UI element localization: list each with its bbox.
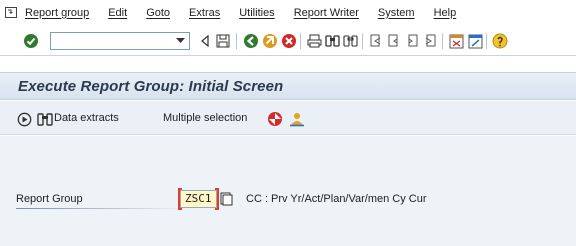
back-triangle-icon[interactable] xyxy=(196,32,214,50)
menu-edit[interactable]: Edit xyxy=(108,7,127,19)
help-icon[interactable] xyxy=(491,32,509,50)
find-icon[interactable] xyxy=(323,32,341,50)
previous-page-icon[interactable] xyxy=(385,32,403,50)
report-group-label: Report Group xyxy=(16,193,83,205)
data-extracts-icon[interactable] xyxy=(37,111,53,127)
multiple-selection-icon[interactable] xyxy=(267,111,283,127)
command-dropdown-icon[interactable] xyxy=(172,33,188,49)
user-icon[interactable] xyxy=(289,111,305,127)
print-icon[interactable] xyxy=(305,32,323,50)
shortcut-icon[interactable] xyxy=(466,32,484,50)
enter-icon[interactable] xyxy=(22,32,40,50)
toolbar-separator xyxy=(486,33,487,49)
menu-goto[interactable]: Goto xyxy=(146,7,170,19)
toolbar-separator xyxy=(362,33,363,49)
selection-screen: Report Group ZSC1 CC : Prv Yr/Act/Plan/V… xyxy=(0,136,576,246)
last-page-icon[interactable] xyxy=(421,32,439,50)
data-extracts-button[interactable]: Data extracts xyxy=(54,112,119,124)
execute-icon[interactable] xyxy=(16,111,32,127)
menu-extras[interactable]: Extras xyxy=(189,7,220,19)
standard-toolbar xyxy=(0,25,576,56)
toolbar-separator xyxy=(442,33,443,49)
back-icon[interactable] xyxy=(242,32,260,50)
system-menu-icon[interactable] xyxy=(4,7,18,19)
menu-system[interactable]: System xyxy=(378,7,415,19)
value-help-icon[interactable] xyxy=(219,191,233,207)
exit-icon[interactable] xyxy=(261,32,279,50)
focus-bracket-left xyxy=(178,188,182,210)
menu-bar: Report group Edit Goto Extras Utilities … xyxy=(0,0,576,25)
create-session-icon[interactable] xyxy=(447,32,465,50)
find-next-icon[interactable] xyxy=(341,32,359,50)
menu-report-writer[interactable]: Report Writer xyxy=(294,7,359,19)
save-icon[interactable] xyxy=(214,32,232,50)
report-group-value: ZSC1 xyxy=(185,192,212,205)
screen-title-bar: Execute Report Group: Initial Screen xyxy=(0,72,576,100)
report-group-description: CC : Prv Yr/Act/Plan/Var/men Cy Cur xyxy=(246,193,427,205)
first-page-icon[interactable] xyxy=(367,32,385,50)
report-group-input[interactable]: ZSC1 xyxy=(178,188,219,210)
page-title: Execute Report Group: Initial Screen xyxy=(18,78,284,95)
command-field[interactable] xyxy=(50,32,190,50)
menu-help[interactable]: Help xyxy=(434,7,457,19)
cancel-icon[interactable] xyxy=(280,32,298,50)
toolbar-separator xyxy=(300,33,301,49)
next-page-icon[interactable] xyxy=(403,32,421,50)
toolbar-separator xyxy=(236,33,237,49)
menu-utilities[interactable]: Utilities xyxy=(239,7,274,19)
label-underline xyxy=(16,208,176,209)
menu-report-group[interactable]: Report group xyxy=(25,7,89,19)
application-toolbar: Data extracts Multiple selection xyxy=(0,101,576,135)
multiple-selection-button[interactable]: Multiple selection xyxy=(163,112,247,124)
